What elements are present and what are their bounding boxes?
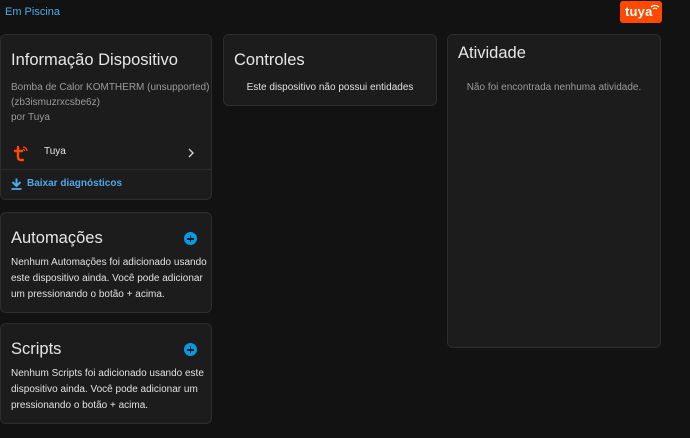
scripts-empty-text: Nenhum Scripts foi adicionado usando est… [11, 368, 204, 411]
tuya-logo: tuya [620, 1, 662, 23]
automations-card: Automações Nenhum Automações foi adicion… [0, 212, 212, 313]
device-info-title: Informação Dispositivo [11, 51, 178, 69]
device-info-card: Informação Dispositivo Bomba de Calor KO… [0, 34, 212, 200]
integration-name: Tuya [44, 146, 66, 157]
card-divider [1, 169, 211, 170]
add-automation-button[interactable] [184, 232, 197, 245]
automations-empty-text: Nenhum Automações foi adicionado usando … [11, 257, 207, 300]
add-script-button[interactable] [184, 343, 197, 356]
tuya-icon [13, 145, 28, 162]
controls-card: Controles Este dispositivo não possui en… [223, 34, 437, 106]
scripts-card: Scripts Nenhum Scripts foi adicionado us… [0, 323, 212, 424]
controls-title: Controles [234, 51, 305, 69]
device-model: Bomba de Calor KOMTHERM (unsupported) [11, 82, 210, 93]
device-manufacturer: por Tuya [11, 112, 50, 123]
download-icon [11, 178, 22, 190]
automations-title: Automações [11, 229, 103, 247]
device-id: (zb3ismuzrxcsbe6z) [11, 97, 100, 108]
scripts-title: Scripts [11, 340, 62, 358]
download-diagnostics-label: Baixar diagnósticos [27, 178, 123, 189]
activity-title: Atividade [458, 44, 526, 62]
activity-card: Atividade Não foi encontrada nenhuma ati… [447, 34, 661, 348]
chevron-right-icon [188, 148, 194, 158]
breadcrumb-area-link[interactable]: Em Piscina [5, 6, 60, 18]
integration-row[interactable]: Tuya [1, 139, 211, 167]
tuya-logo-text: tuya [625, 4, 653, 19]
wifi-signal-icon [650, 4, 660, 10]
controls-empty-text: Este dispositivo não possui entidades [246, 82, 414, 93]
top-bar: Em Piscina tuya [0, 0, 690, 28]
activity-empty-text: Não foi encontrada nenhuma atividade. [466, 82, 642, 93]
download-diagnostics-button[interactable]: Baixar diagnósticos [1, 173, 211, 197]
